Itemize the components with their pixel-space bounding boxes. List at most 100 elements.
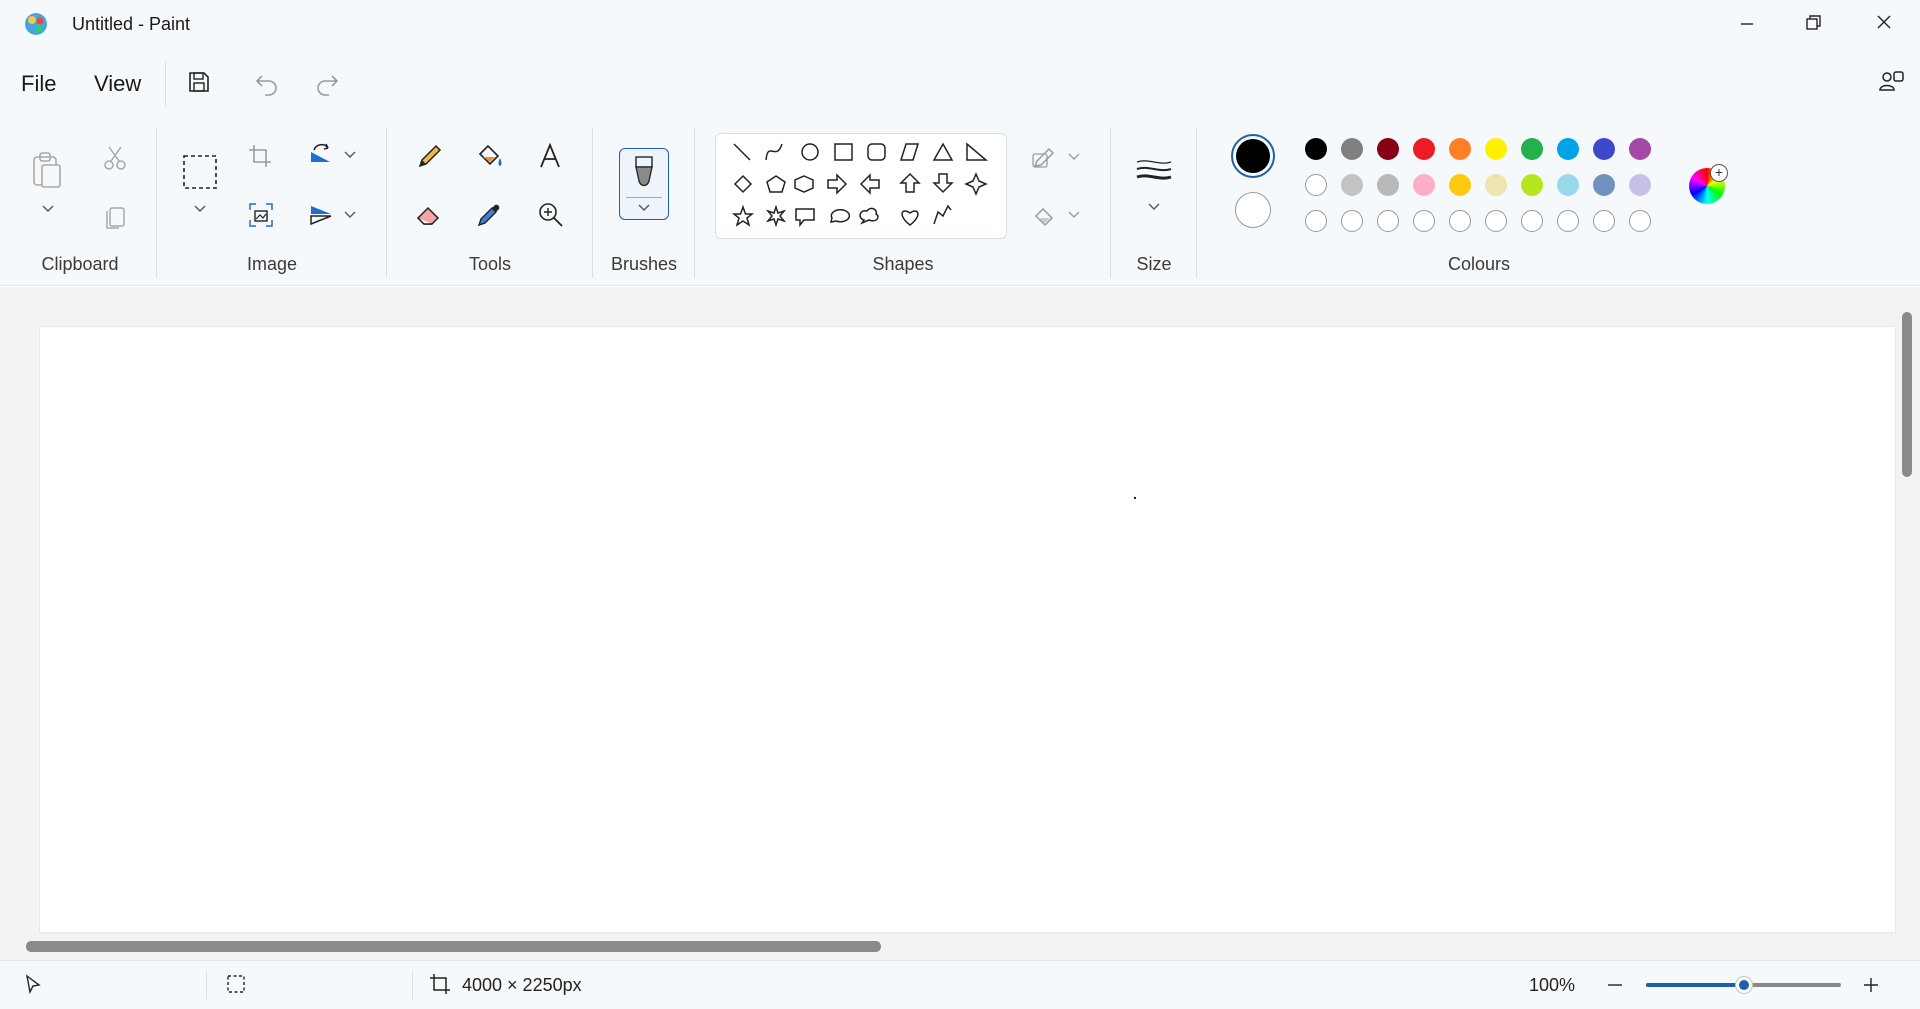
- zoom-slider-thumb[interactable]: [1734, 976, 1753, 994]
- size-chevron-down-icon[interactable]: [1146, 200, 1162, 214]
- file-menu[interactable]: File: [21, 69, 56, 99]
- polygon-shape-icon[interactable]: [899, 143, 920, 161]
- colour-swatch[interactable]: [1341, 174, 1363, 196]
- colour-swatch[interactable]: [1377, 210, 1399, 232]
- heart-shape-icon[interactable]: [901, 210, 919, 226]
- pencil-icon[interactable]: [414, 140, 444, 172]
- colour-swatch[interactable]: [1521, 210, 1543, 232]
- horizontal-scrollbar-thumb[interactable]: [26, 941, 881, 952]
- rectangle-shape-icon[interactable]: [834, 143, 853, 161]
- colour-swatch[interactable]: [1341, 138, 1363, 160]
- four-point-star-shape-icon[interactable]: [964, 172, 988, 196]
- restore-icon[interactable]: [1799, 8, 1827, 36]
- colour-swatch[interactable]: [1485, 174, 1507, 196]
- colour-swatch[interactable]: [1305, 138, 1327, 160]
- right-triangle-shape-icon[interactable]: [966, 142, 989, 161]
- down-arrow-shape-icon[interactable]: [932, 173, 954, 194]
- brushes-button[interactable]: [619, 148, 669, 220]
- right-arrow-shape-icon[interactable]: [827, 173, 848, 195]
- colour-swatch[interactable]: [1305, 210, 1327, 232]
- colour-swatch[interactable]: [1593, 210, 1615, 232]
- shapes-group-label: Shapes: [872, 254, 934, 274]
- zoom-out-icon[interactable]: [1604, 975, 1626, 995]
- resize-icon[interactable]: [246, 200, 276, 230]
- colour-swatch[interactable]: [1449, 174, 1471, 196]
- oval-callout-shape-icon[interactable]: [829, 209, 851, 223]
- left-arrow-shape-icon[interactable]: [859, 173, 880, 195]
- colour-swatch[interactable]: [1341, 210, 1363, 232]
- zoom-in-icon[interactable]: [1860, 975, 1882, 995]
- hexagon-shape-icon[interactable]: [794, 175, 814, 193]
- cloud-callout-shape-icon[interactable]: [859, 207, 879, 225]
- five-point-star-shape-icon[interactable]: [731, 204, 755, 227]
- diamond-shape-icon[interactable]: [733, 174, 753, 194]
- secondary-colour[interactable]: [1235, 192, 1271, 228]
- primary-colour[interactable]: [1231, 134, 1275, 178]
- colour-swatch[interactable]: [1449, 210, 1471, 232]
- select-rectangle-icon[interactable]: [181, 153, 219, 191]
- magnifier-icon[interactable]: [536, 200, 566, 230]
- outline-chevron-down-icon[interactable]: [1066, 150, 1082, 164]
- stroke-size-icon[interactable]: [1134, 156, 1174, 186]
- save-icon[interactable]: [185, 68, 213, 96]
- rotate-chevron-down-icon[interactable]: [342, 148, 358, 162]
- account-settings-icon[interactable]: [1876, 66, 1906, 96]
- minimize-icon[interactable]: [1733, 10, 1761, 38]
- color-picker-icon[interactable]: [474, 200, 504, 230]
- undo-icon[interactable]: [252, 68, 282, 98]
- colour-swatch[interactable]: [1485, 138, 1507, 160]
- vertical-scrollbar-thumb[interactable]: [1902, 312, 1912, 477]
- colour-swatch[interactable]: [1521, 138, 1543, 160]
- view-menu[interactable]: View: [94, 69, 141, 99]
- colour-swatch[interactable]: [1557, 174, 1579, 196]
- colour-swatch[interactable]: [1305, 174, 1327, 196]
- redo-icon[interactable]: [312, 68, 342, 98]
- eraser-icon[interactable]: [414, 200, 444, 230]
- six-point-star-shape-icon[interactable]: [765, 204, 787, 228]
- colour-swatch[interactable]: [1377, 174, 1399, 196]
- fill-chevron-down-icon[interactable]: [1066, 208, 1082, 222]
- colour-swatch[interactable]: [1413, 174, 1435, 196]
- copy-icon[interactable]: [101, 202, 129, 232]
- curve-shape-icon[interactable]: [765, 143, 783, 161]
- up-arrow-shape-icon[interactable]: [899, 172, 921, 193]
- fill-bucket-icon[interactable]: [474, 140, 506, 172]
- colour-palette: [1305, 138, 1655, 258]
- colour-swatch[interactable]: [1557, 138, 1579, 160]
- colour-swatch[interactable]: [1629, 138, 1651, 160]
- colour-swatch[interactable]: [1557, 210, 1579, 232]
- rounded-rectangle-shape-icon[interactable]: [867, 143, 886, 161]
- image-group-label: Image: [246, 254, 298, 274]
- outline-icon[interactable]: [1030, 144, 1058, 172]
- drawing-canvas[interactable]: [40, 327, 1895, 932]
- colour-swatch[interactable]: [1593, 138, 1615, 160]
- oval-shape-icon[interactable]: [801, 143, 819, 161]
- colour-swatch[interactable]: [1521, 174, 1543, 196]
- shape-fill-icon[interactable]: [1030, 202, 1058, 230]
- line-shape-icon[interactable]: [733, 143, 751, 161]
- lightning-shape-icon[interactable]: [933, 204, 952, 225]
- colour-swatch[interactable]: [1485, 210, 1507, 232]
- colour-swatch[interactable]: [1629, 210, 1651, 232]
- cut-icon[interactable]: [101, 143, 129, 173]
- select-chevron-down-icon[interactable]: [192, 202, 208, 216]
- pentagon-shape-icon[interactable]: [766, 175, 786, 193]
- flip-chevron-down-icon[interactable]: [342, 208, 358, 222]
- paste-icon[interactable]: [30, 151, 64, 191]
- close-icon[interactable]: [1870, 8, 1898, 36]
- colour-swatch[interactable]: [1629, 174, 1651, 196]
- colour-swatch[interactable]: [1413, 138, 1435, 160]
- triangle-shape-icon[interactable]: [932, 142, 954, 161]
- flip-icon[interactable]: [306, 200, 336, 230]
- rectangular-callout-shape-icon[interactable]: [795, 208, 815, 228]
- colour-swatch[interactable]: [1449, 138, 1471, 160]
- paste-chevron-down-icon[interactable]: [40, 202, 56, 216]
- clipboard-group-label: Clipboard: [41, 254, 119, 274]
- rotate-icon[interactable]: [306, 140, 336, 170]
- crop-icon[interactable]: [246, 142, 274, 170]
- colour-swatch[interactable]: [1593, 174, 1615, 196]
- colour-swatch[interactable]: [1377, 138, 1399, 160]
- text-icon[interactable]: [535, 140, 565, 172]
- shapes-gallery-icons: [731, 142, 989, 228]
- colour-swatch[interactable]: [1413, 210, 1435, 232]
